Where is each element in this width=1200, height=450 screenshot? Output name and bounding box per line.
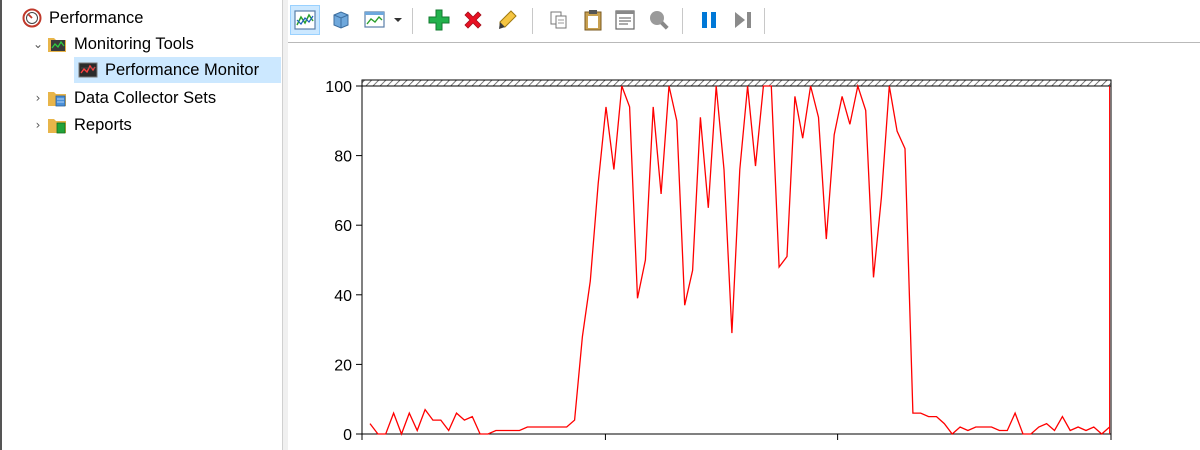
zoom-icon <box>650 11 669 30</box>
view-log-data-icon <box>333 11 349 29</box>
toolbar-separator <box>412 8 413 34</box>
toolbar-separator <box>764 8 765 34</box>
performance-gauge-icon <box>22 8 42 28</box>
highlight-icon <box>499 10 517 29</box>
tree-item-label: Reports <box>74 115 132 134</box>
tree-item-label: Performance <box>49 8 144 27</box>
view-current-activity-icon <box>294 10 316 30</box>
performance-monitor-icon <box>78 62 98 78</box>
change-graph-type-icon <box>364 11 385 28</box>
graph-type-dropdown[interactable] <box>390 5 406 35</box>
tree-item-data-collector-sets[interactable]: › Data Collector Sets <box>29 85 217 111</box>
zoom-button[interactable] <box>644 5 674 35</box>
dropdown-arrow-icon <box>394 18 402 22</box>
highlight-button[interactable] <box>492 5 522 35</box>
graph-canvas[interactable]: 0 20 40 60 80 100 <box>288 43 1200 450</box>
performance-monitor-pane: 0 20 40 60 80 100 <box>288 0 1200 450</box>
freeze-display-button[interactable] <box>694 5 724 35</box>
paste-counter-list-button[interactable] <box>578 5 608 35</box>
performance-graph[interactable]: 0 20 40 60 80 100 <box>288 43 1200 450</box>
toolbar-separator <box>532 8 533 34</box>
data-collector-sets-folder-icon <box>48 92 66 107</box>
view-current-activity-button[interactable] <box>290 5 320 35</box>
copy-properties-icon <box>550 11 567 29</box>
properties-icon <box>615 10 635 30</box>
toolbar-separator <box>682 8 683 34</box>
monitoring-tools-folder-icon <box>48 38 66 52</box>
tree-item-reports[interactable]: › Reports <box>29 112 132 138</box>
tree-item-performance[interactable]: Performance <box>22 5 143 31</box>
y-tick-label: 0 <box>343 427 352 444</box>
tree-item-label: Data Collector Sets <box>74 88 217 107</box>
y-tick-label: 20 <box>334 357 352 374</box>
add-counter-button[interactable] <box>424 5 454 35</box>
y-tick-label: 60 <box>334 218 352 235</box>
properties-button[interactable] <box>610 5 640 35</box>
update-data-button[interactable] <box>728 5 758 35</box>
chevron-right-icon[interactable]: › <box>29 118 47 132</box>
tree-item-monitoring-tools[interactable]: ⌄ Monitoring Tools <box>29 31 194 57</box>
y-tick-label: 40 <box>334 288 352 305</box>
navigation-tree: Performance ⌄ Monitoring Tools Performan… <box>0 0 284 450</box>
reports-folder-icon <box>48 119 66 134</box>
y-tick-label: 80 <box>334 149 352 166</box>
toolbar <box>288 0 1200 43</box>
view-log-data-button[interactable] <box>326 5 356 35</box>
chevron-down-icon[interactable]: ⌄ <box>29 37 47 51</box>
tree-item-label: Monitoring Tools <box>74 34 194 53</box>
copy-properties-button[interactable] <box>544 5 574 35</box>
paste-counter-list-icon <box>584 10 602 31</box>
delete-counter-icon <box>464 11 482 29</box>
update-data-icon <box>735 12 751 28</box>
add-counter-icon <box>428 9 450 31</box>
delete-counter-button[interactable] <box>458 5 488 35</box>
chevron-right-icon[interactable]: › <box>29 91 47 105</box>
scale-overflow-band <box>361 79 1112 87</box>
change-graph-type-button[interactable] <box>360 5 390 35</box>
plot-area <box>361 85 1112 435</box>
y-tick-label: 100 <box>325 79 352 96</box>
tree-item-label: Performance Monitor <box>105 60 260 79</box>
tree-item-performance-monitor[interactable]: Performance Monitor <box>74 57 281 83</box>
freeze-display-icon <box>702 12 716 28</box>
